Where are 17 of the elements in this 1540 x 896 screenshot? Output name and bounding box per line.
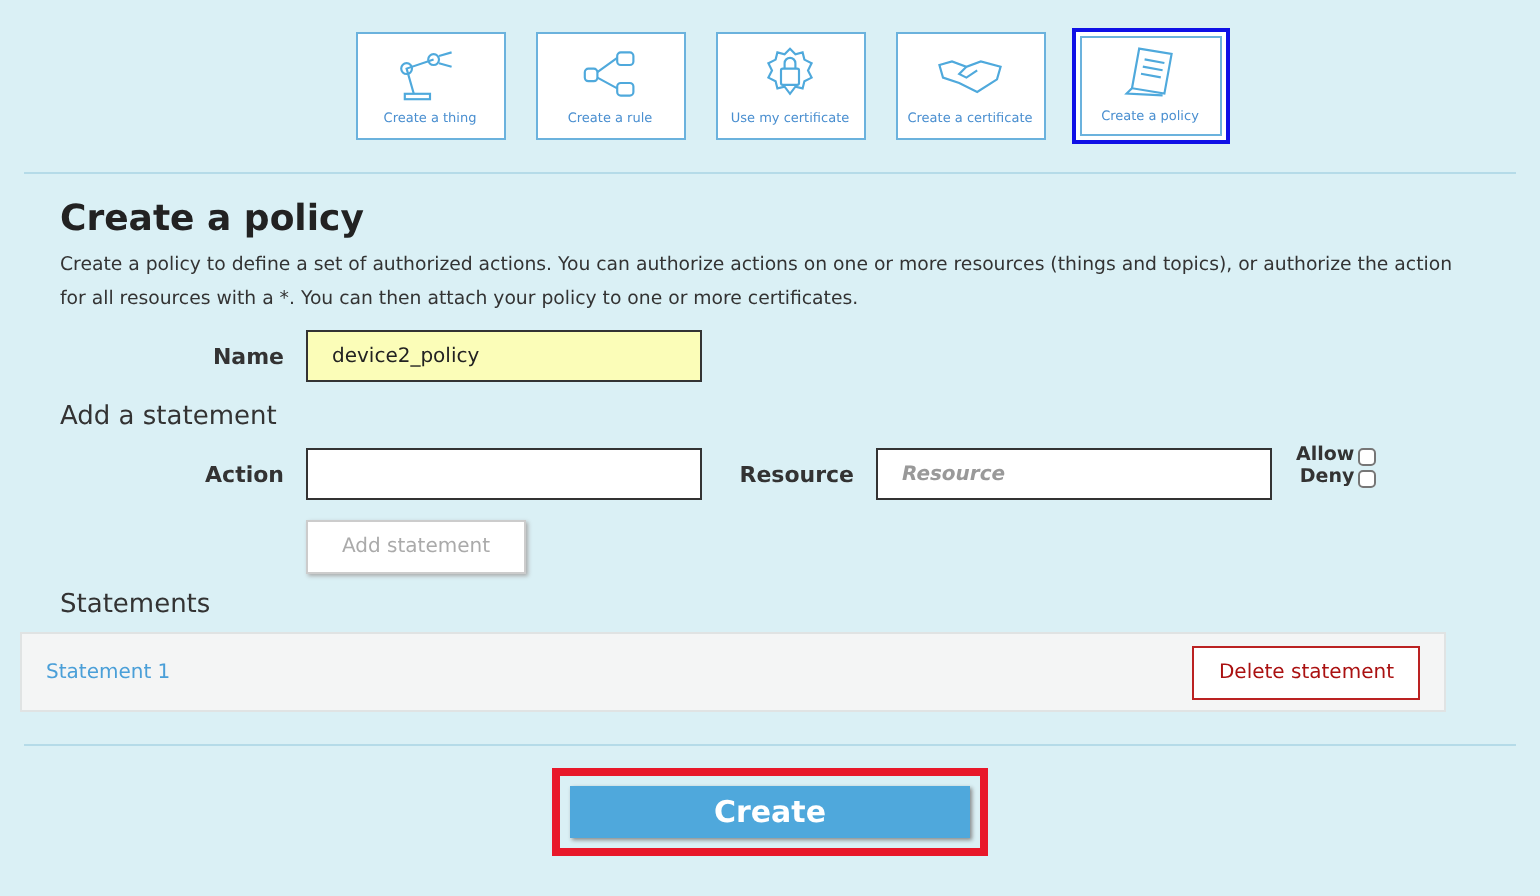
- checkbox-label: Allow: [1296, 444, 1355, 466]
- name-label: Name: [210, 343, 284, 369]
- section-heading: Statements: [60, 590, 213, 620]
- page-title: Create a policy: [60, 198, 366, 240]
- resource-field[interactable]: Resource: [876, 448, 1272, 500]
- create-button[interactable]: Create: [570, 786, 970, 838]
- action-field[interactable]: [306, 448, 702, 500]
- resource-label: Resource: [737, 462, 854, 488]
- section-heading: Add a statement: [60, 402, 279, 432]
- action-label: Action: [203, 462, 284, 488]
- checkbox-label: Deny: [1299, 466, 1355, 488]
- delete-button[interactable]: Delete statement: [1192, 645, 1420, 699]
- checkbox[interactable]: [1358, 448, 1377, 466]
- description: Create a policy to define a set of authorized actions. You can authorize actions on one or more resources (things and topics), or authorize the action for all resources with a *. You can then attach your policy to one or more certificates.: [60, 252, 1455, 314]
- statement-link[interactable]: Statement 1: [46, 661, 171, 683]
- name-field[interactable]: device2_policy: [306, 330, 702, 382]
- checkbox[interactable]: [1358, 470, 1377, 488]
